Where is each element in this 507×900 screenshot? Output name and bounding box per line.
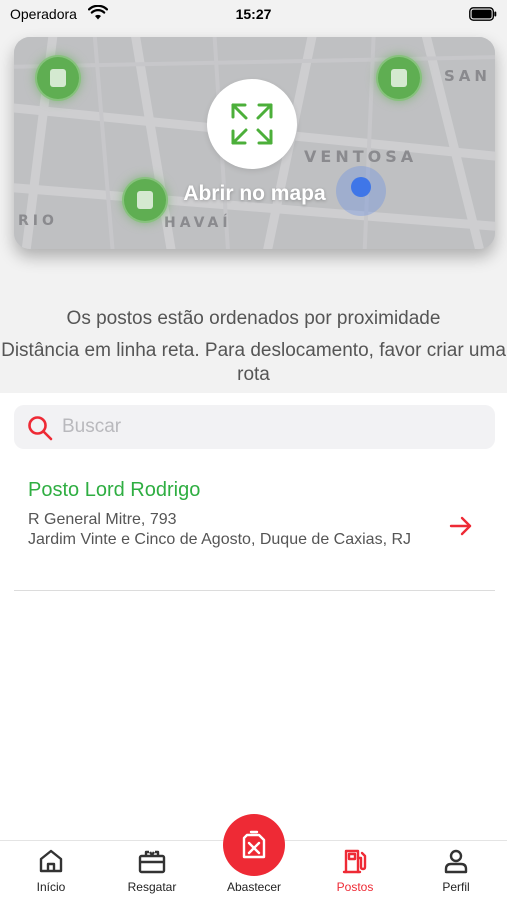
gas-station-icon: [342, 849, 367, 874]
tab-postos[interactable]: Postos: [305, 841, 405, 900]
arrow-right-icon[interactable]: [449, 515, 473, 542]
battery-icon: [469, 7, 497, 26]
station-list-item[interactable]: Posto Lord Rodrigo R General Mitre, 793 …: [14, 465, 495, 591]
tab-inicio[interactable]: Início: [1, 841, 101, 900]
tab-resgatar[interactable]: Resgatar: [102, 841, 202, 900]
expand-icon: [231, 103, 273, 145]
status-bar: Operadora 15:27: [0, 0, 507, 28]
open-map-card[interactable]: VENTOSA HAVAÍ RIO SAN Abrir no mapa: [14, 37, 495, 249]
user-icon: [444, 849, 468, 874]
status-time: 15:27: [235, 6, 272, 22]
gas-station-pin-icon: [35, 55, 81, 101]
sorting-info: Os postos estão ordenados por proximidad…: [0, 307, 507, 387]
tab-label: Perfil: [442, 880, 470, 894]
home-icon: [39, 849, 63, 873]
map-street-label: VENTOSA: [304, 147, 418, 166]
abastecer-fab-button[interactable]: [223, 814, 285, 876]
distance-info-text: Distância em linha reta. Para deslocamen…: [1, 340, 506, 385]
tab-label: Abastecer: [226, 880, 282, 894]
station-address-street: R General Mitre, 793: [28, 511, 177, 528]
sorting-info-text: Os postos estão ordenados por proximidad…: [66, 308, 441, 329]
station-name: Posto Lord Rodrigo: [28, 479, 201, 501]
tab-label: Início: [36, 880, 66, 894]
fuel-can-icon: [242, 830, 266, 859]
tab-label: Postos: [336, 880, 374, 894]
stations-list-area: Posto Lord Rodrigo R General Mitre, 793 …: [0, 393, 507, 840]
tab-perfil[interactable]: Perfil: [406, 841, 506, 900]
map-street-label: HAVAÍ: [164, 215, 232, 231]
expand-map-button[interactable]: [207, 79, 297, 169]
gas-station-pin-icon: [376, 55, 422, 101]
station-address: R General Mitre, 793 Jardim Vinte e Cinc…: [28, 510, 428, 550]
open-map-label: Abrir no mapa: [183, 182, 326, 205]
search-box[interactable]: [14, 405, 495, 449]
map-street-label: SAN: [444, 67, 491, 85]
map-street-label: RIO: [18, 213, 58, 229]
search-icon: [27, 415, 53, 446]
gift-icon: [138, 850, 166, 874]
search-input[interactable]: [62, 413, 482, 441]
station-address-district: Jardim Vinte e Cinco de Agosto, Duque de…: [28, 531, 412, 548]
tab-label: Resgatar: [127, 880, 177, 894]
